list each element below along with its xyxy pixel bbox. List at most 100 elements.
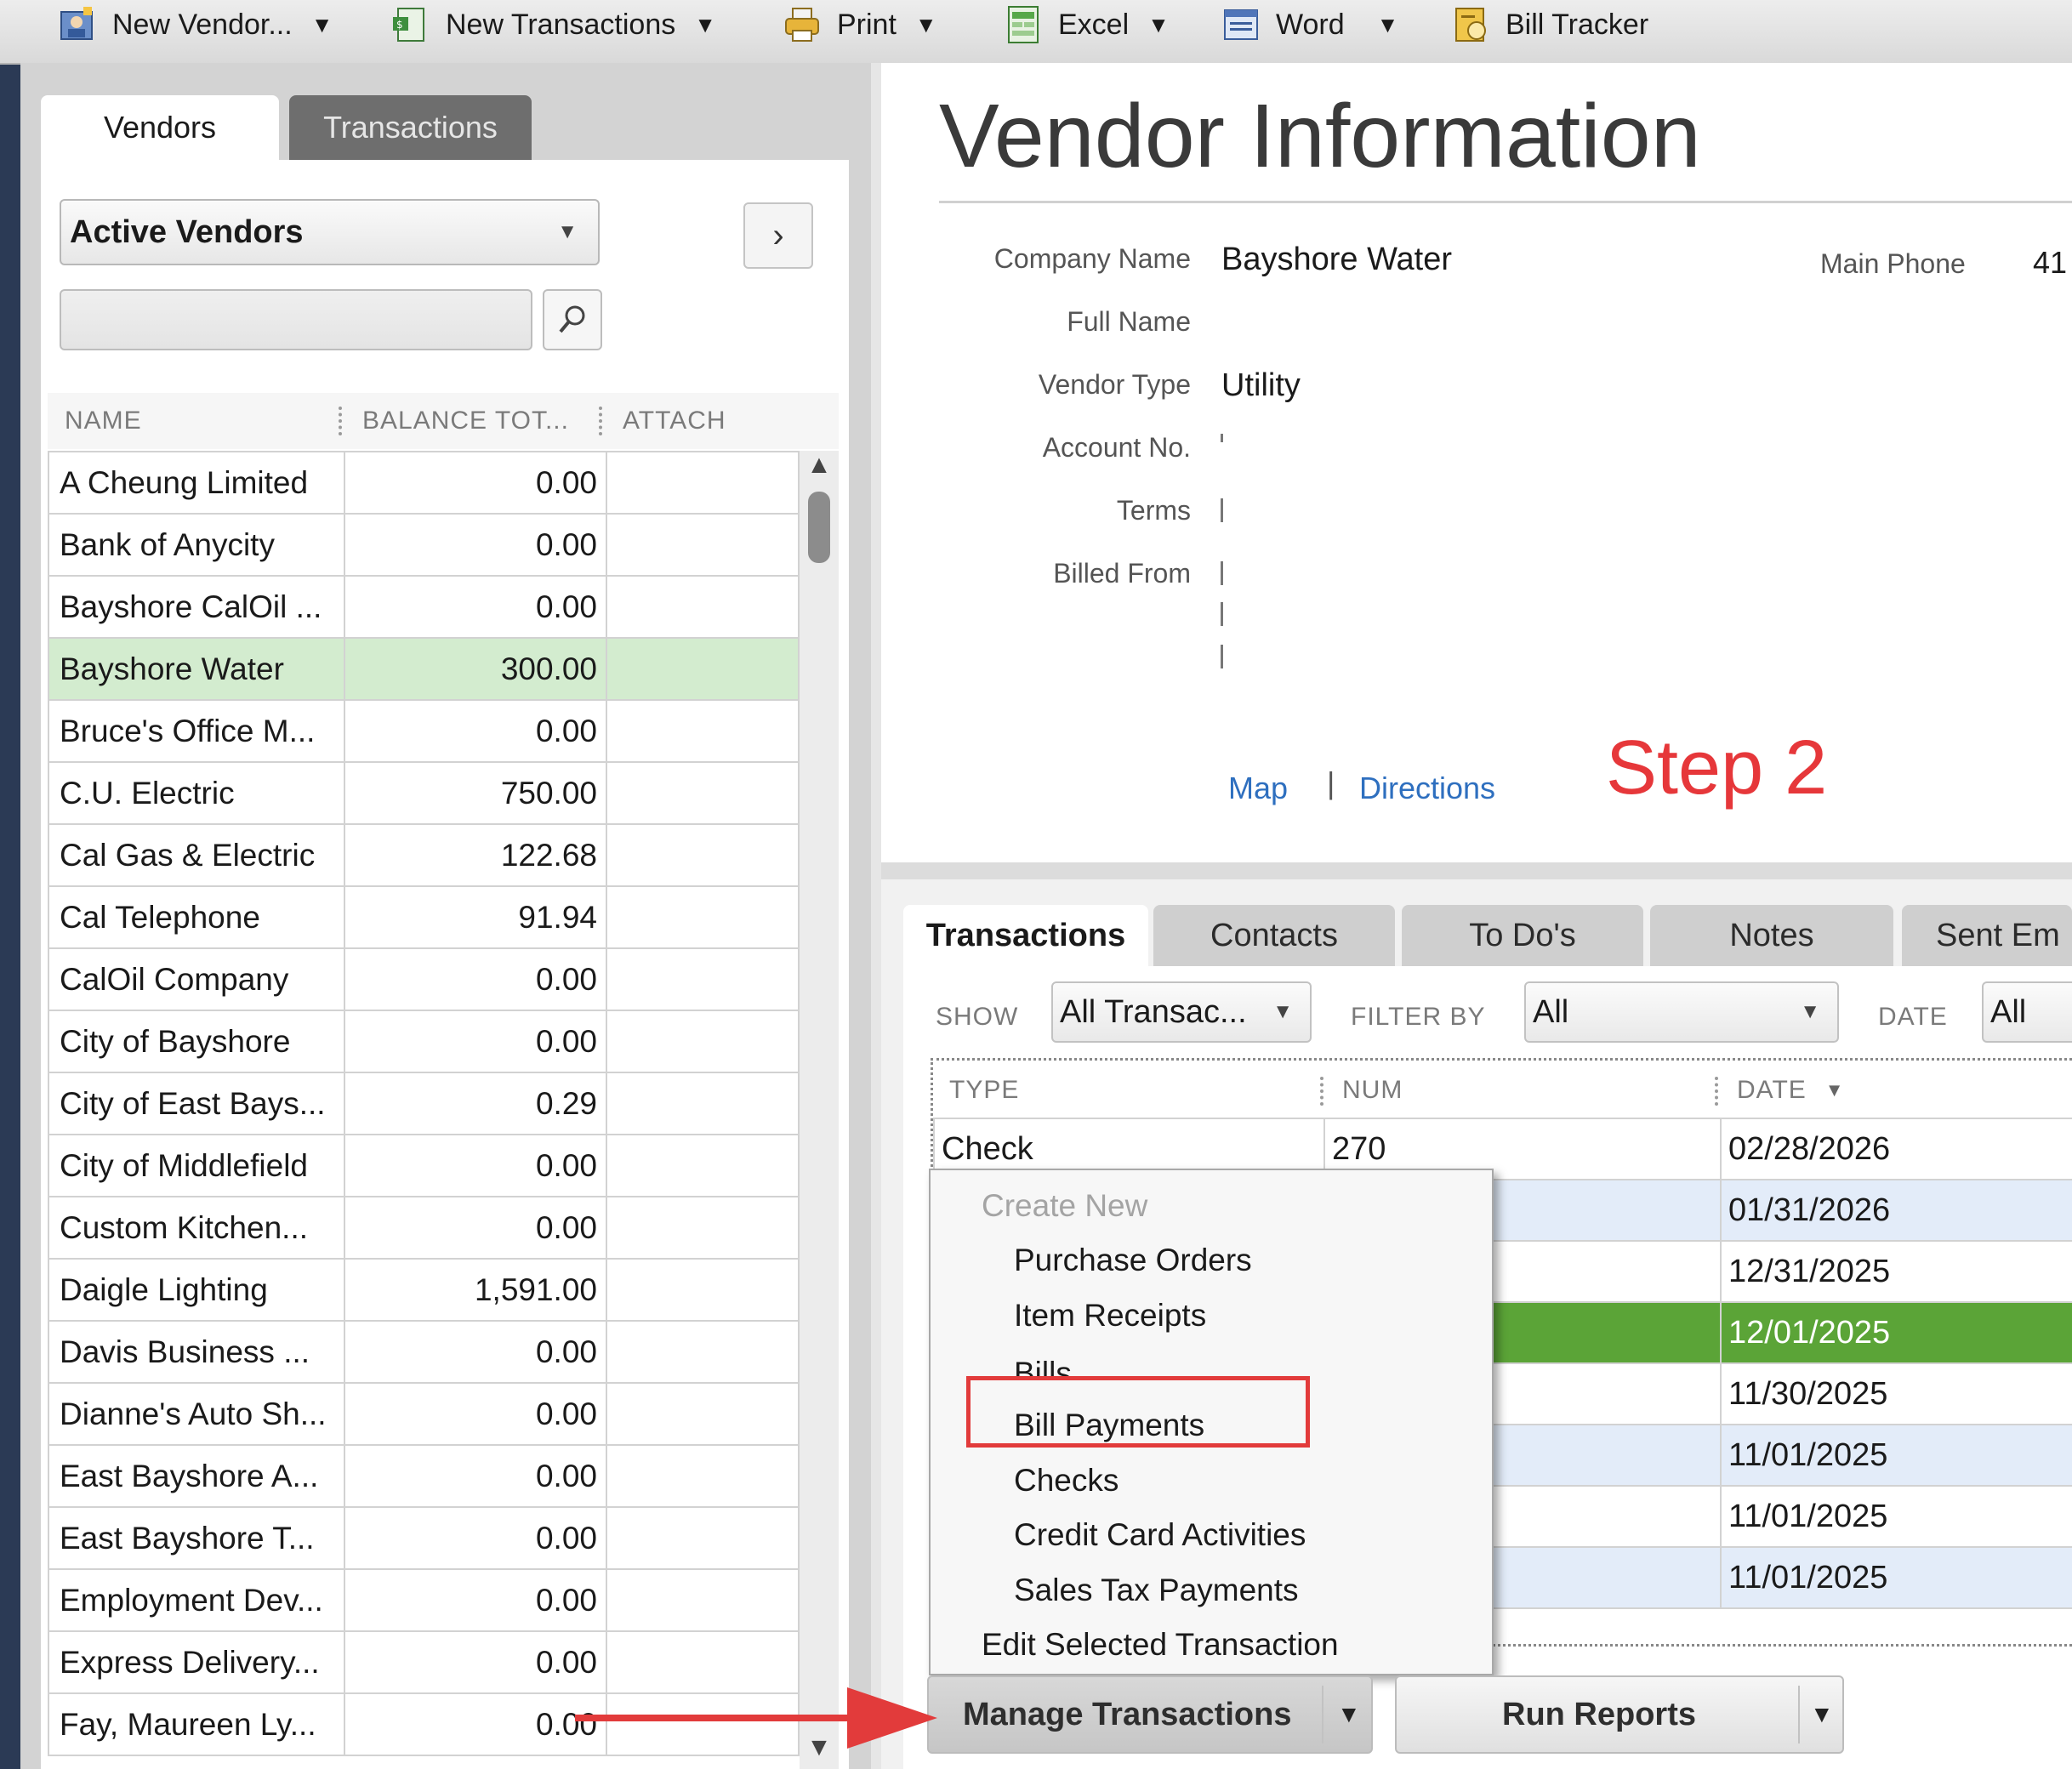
run-reports-label: Run Reports bbox=[1502, 1696, 1696, 1732]
vendor-name-cell: Fay, Maureen Ly... bbox=[48, 1692, 345, 1756]
chevron-down-icon[interactable]: ▼ bbox=[311, 12, 333, 38]
vendor-attach-cell bbox=[606, 823, 800, 887]
show-dropdown[interactable]: All Transac... ▼ bbox=[1051, 981, 1312, 1043]
tab-to-dos[interactable]: To Do's bbox=[1402, 905, 1643, 966]
billed-from-label: Billed From bbox=[1053, 558, 1191, 589]
link-separator: | bbox=[1327, 765, 1335, 800]
menu-item-sales-tax-payments[interactable]: Sales Tax Payments bbox=[1014, 1565, 1299, 1616]
vendor-row[interactable]: Dianne's Auto Sh... 0.00 bbox=[48, 1382, 800, 1446]
column-resize-handle[interactable] bbox=[339, 407, 345, 435]
vendor-attach-cell bbox=[606, 513, 800, 577]
transaction-date-cell: 12/01/2025 bbox=[1720, 1301, 2072, 1364]
menu-item-item-receipts[interactable]: Item Receipts bbox=[1014, 1290, 1206, 1341]
vendor-row[interactable]: A Cheung Limited 0.00 bbox=[48, 451, 800, 515]
vendor-attach-cell bbox=[606, 1134, 800, 1197]
column-header-num[interactable]: NUM bbox=[1342, 1063, 1403, 1118]
main-phone-value: 41 bbox=[2033, 245, 2068, 280]
vendor-row[interactable]: Custom Kitchen... 0.00 bbox=[48, 1196, 800, 1260]
chevron-down-icon[interactable]: ▼ bbox=[1810, 1677, 1834, 1752]
show-label: SHOW bbox=[936, 1003, 1019, 1031]
chevron-down-icon[interactable]: ▼ bbox=[1377, 12, 1399, 38]
vendor-row[interactable]: Cal Gas & Electric 122.68 bbox=[48, 823, 800, 887]
vendor-row[interactable]: C.U. Electric 750.00 bbox=[48, 761, 800, 825]
panel-divider[interactable] bbox=[881, 862, 2072, 879]
chevron-down-icon[interactable]: ▼ bbox=[1337, 1677, 1361, 1752]
transaction-date-cell: 11/01/2025 bbox=[1720, 1546, 2072, 1609]
chevron-down-icon: ▼ bbox=[1800, 1000, 1820, 1023]
show-value: All Transac... bbox=[1060, 993, 1247, 1030]
menu-item-checks[interactable]: Checks bbox=[1014, 1455, 1119, 1506]
column-header-balance[interactable]: BALANCE TOT... bbox=[362, 393, 569, 449]
printer-icon bbox=[785, 8, 819, 42]
vendor-attach-cell bbox=[606, 637, 800, 701]
vendor-row[interactable]: Bank of Anycity 0.00 bbox=[48, 513, 800, 577]
bill-tracker-button[interactable]: Bill Tracker bbox=[1451, 0, 1648, 49]
vendor-search-input[interactable] bbox=[60, 289, 532, 350]
tab-contacts[interactable]: Contacts bbox=[1153, 905, 1395, 966]
menu-item-purchase-orders[interactable]: Purchase Orders bbox=[1014, 1235, 1252, 1286]
vendor-name-cell: Bayshore Water bbox=[48, 637, 345, 701]
vendor-balance-cell: 0.00 bbox=[344, 699, 607, 763]
vendor-row[interactable]: City of Bayshore 0.00 bbox=[48, 1010, 800, 1073]
vendor-row[interactable]: East Bayshore T... 0.00 bbox=[48, 1506, 800, 1570]
column-resize-handle[interactable] bbox=[1320, 1077, 1323, 1106]
vendor-name-cell: Bank of Anycity bbox=[48, 513, 345, 577]
menu-item-bills[interactable]: Bills bbox=[1014, 1345, 1072, 1379]
new-transactions-button[interactable]: $ New Transactions ▼ bbox=[391, 0, 716, 49]
menu-item-edit-selected-transaction[interactable]: Edit Selected Transaction bbox=[982, 1619, 1339, 1670]
tab-transactions[interactable]: Transactions bbox=[289, 95, 532, 160]
date-dropdown[interactable]: All bbox=[1982, 981, 2072, 1043]
scroll-up-icon[interactable]: ▲ bbox=[800, 451, 839, 480]
column-header-type[interactable]: TYPE bbox=[949, 1063, 1019, 1118]
column-header-attach[interactable]: ATTACH bbox=[623, 393, 726, 449]
vendor-row[interactable]: Davis Business ... 0.00 bbox=[48, 1320, 800, 1384]
vendor-attach-cell bbox=[606, 1258, 800, 1322]
scroll-thumb[interactable] bbox=[808, 492, 830, 563]
run-reports-button[interactable]: Run Reports ▼ bbox=[1395, 1675, 1844, 1754]
vendor-row[interactable]: Cal Telephone 91.94 bbox=[48, 885, 800, 949]
vendor-row[interactable]: Bayshore CalOil ... 0.00 bbox=[48, 575, 800, 639]
vendor-row[interactable]: Bruce's Office M... 0.00 bbox=[48, 699, 800, 763]
search-button[interactable] bbox=[543, 289, 602, 350]
vendor-row[interactable]: City of Middlefield 0.00 bbox=[48, 1134, 800, 1197]
panel-splitter[interactable] bbox=[871, 63, 881, 1769]
directions-link[interactable]: Directions bbox=[1359, 771, 1495, 806]
chevron-down-icon: ▼ bbox=[1272, 1000, 1293, 1023]
vendor-balance-cell: 0.00 bbox=[344, 1196, 607, 1260]
button-split-divider bbox=[1798, 1686, 1800, 1743]
vendor-balance-cell: 0.00 bbox=[344, 1320, 607, 1384]
vendor-name-cell: City of Middlefield bbox=[48, 1134, 345, 1197]
vendor-list-scrollbar[interactable]: ▲ ▼ bbox=[800, 451, 839, 1769]
vendor-attach-cell bbox=[606, 947, 800, 1011]
new-vendor-button[interactable]: New Vendor... ▼ bbox=[58, 0, 333, 49]
expand-list-button[interactable]: › bbox=[743, 202, 813, 269]
vendor-row[interactable]: East Bayshore A... 0.00 bbox=[48, 1444, 800, 1508]
vendor-filter-dropdown[interactable]: Active Vendors ▼ bbox=[60, 199, 600, 265]
tab-sent-email[interactable]: Sent Em bbox=[1902, 905, 2072, 966]
column-header-date[interactable]: DATE ▼ bbox=[1737, 1063, 1845, 1118]
vendor-balance-cell: 0.00 bbox=[344, 1692, 607, 1756]
tab-notes[interactable]: Notes bbox=[1650, 905, 1893, 966]
column-resize-handle[interactable] bbox=[1715, 1077, 1718, 1106]
manage-transactions-button[interactable]: Manage Transactions ▼ bbox=[927, 1675, 1373, 1754]
full-name-label: Full Name bbox=[1067, 306, 1191, 337]
vendor-name-cell: Express Delivery... bbox=[48, 1630, 345, 1694]
terms-label: Terms bbox=[1116, 495, 1191, 526]
tab-transactions-detail[interactable]: Transactions bbox=[903, 905, 1148, 966]
vendor-balance-cell: 0.00 bbox=[344, 575, 607, 639]
filter-by-dropdown[interactable]: All ▼ bbox=[1524, 981, 1839, 1043]
vendor-row[interactable]: Bayshore Water 300.00 bbox=[48, 637, 800, 701]
vendor-row[interactable]: City of East Bays... 0.29 bbox=[48, 1072, 800, 1135]
menu-item-credit-card-activities[interactable]: Credit Card Activities bbox=[1014, 1510, 1306, 1561]
vendor-row[interactable]: Daigle Lighting 1,591.00 bbox=[48, 1258, 800, 1322]
chevron-down-icon[interactable]: ▼ bbox=[694, 12, 716, 38]
vendor-row[interactable]: Employment Dev... 0.00 bbox=[48, 1568, 800, 1632]
map-link[interactable]: Map bbox=[1228, 771, 1288, 806]
column-header-name[interactable]: NAME bbox=[65, 393, 142, 449]
column-resize-handle[interactable] bbox=[599, 407, 606, 435]
vendor-attach-cell bbox=[606, 1382, 800, 1446]
vendor-attach-cell bbox=[606, 699, 800, 763]
word-button[interactable]: Word ▼ bbox=[1221, 0, 1398, 49]
tab-vendors[interactable]: Vendors bbox=[41, 95, 279, 160]
vendor-row[interactable]: CalOil Company 0.00 bbox=[48, 947, 800, 1011]
